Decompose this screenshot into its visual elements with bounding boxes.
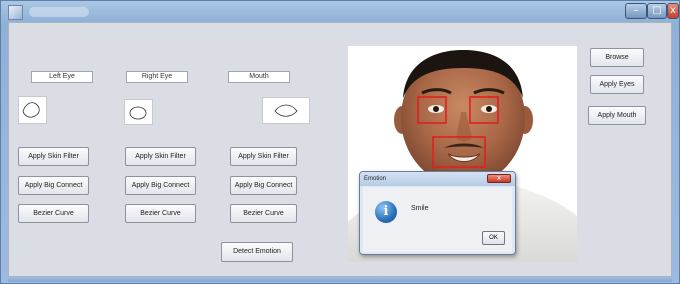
maximize-icon: □ <box>652 5 662 16</box>
right-eye-preview <box>124 99 153 125</box>
left-eye-contour <box>22 102 40 118</box>
right-eye-label: Right Eye <box>126 71 188 83</box>
window-title <box>29 7 89 17</box>
mouth-preview <box>262 97 310 124</box>
left-eye-preview <box>18 96 47 124</box>
browse-button[interactable]: Browse <box>590 48 644 67</box>
right-eye-skin-filter-button[interactable]: Apply Skin Filter <box>125 147 196 166</box>
apply-mouth-button[interactable]: Apply Mouth <box>588 106 646 125</box>
mouth-bezier-button[interactable]: Bezier Curve <box>230 204 297 223</box>
right-eye-bezier-button[interactable]: Bezier Curve <box>125 204 196 223</box>
apply-eyes-button[interactable]: Apply Eyes <box>590 75 644 94</box>
title-bar[interactable]: – □ x <box>1 1 680 23</box>
minimize-icon: – <box>633 5 639 16</box>
dialog-close-button[interactable]: x <box>487 174 511 183</box>
mouth-skin-filter-button[interactable]: Apply Skin Filter <box>230 147 297 166</box>
dialog-body: i Smile OK <box>363 187 512 252</box>
close-button[interactable]: x <box>667 3 679 19</box>
mouth-label: Mouth <box>228 71 290 83</box>
maximize-button[interactable]: □ <box>647 3 667 19</box>
main-panel: Left Eye Right Eye Mouth Apply Skin Filt… <box>8 22 672 277</box>
right-eye-big-connect-button[interactable]: Apply Big Connect <box>125 176 196 195</box>
minimize-button[interactable]: – <box>625 3 647 19</box>
window-bottom-border <box>8 277 672 282</box>
dialog-message: Smile <box>411 205 429 212</box>
left-eye-bezier-button[interactable]: Bezier Curve <box>18 204 89 223</box>
ok-button[interactable]: OK <box>482 231 505 245</box>
emotion-dialog: Emotion x i Smile OK <box>359 171 516 255</box>
left-eye-skin-filter-button[interactable]: Apply Skin Filter <box>18 147 89 166</box>
left-eye-big-connect-button[interactable]: Apply Big Connect <box>18 176 89 195</box>
detect-emotion-button[interactable]: Detect Emotion <box>221 242 293 262</box>
left-eye-label: Left Eye <box>31 71 93 83</box>
mouth-big-connect-button[interactable]: Apply Big Connect <box>230 176 297 195</box>
close-icon: x <box>496 174 502 182</box>
mouth-contour <box>274 104 298 117</box>
app-icon <box>8 5 23 20</box>
info-icon: i <box>375 201 397 223</box>
close-icon: x <box>670 5 676 16</box>
dialog-title: Emotion <box>364 176 387 182</box>
right-eye-contour <box>129 106 147 120</box>
